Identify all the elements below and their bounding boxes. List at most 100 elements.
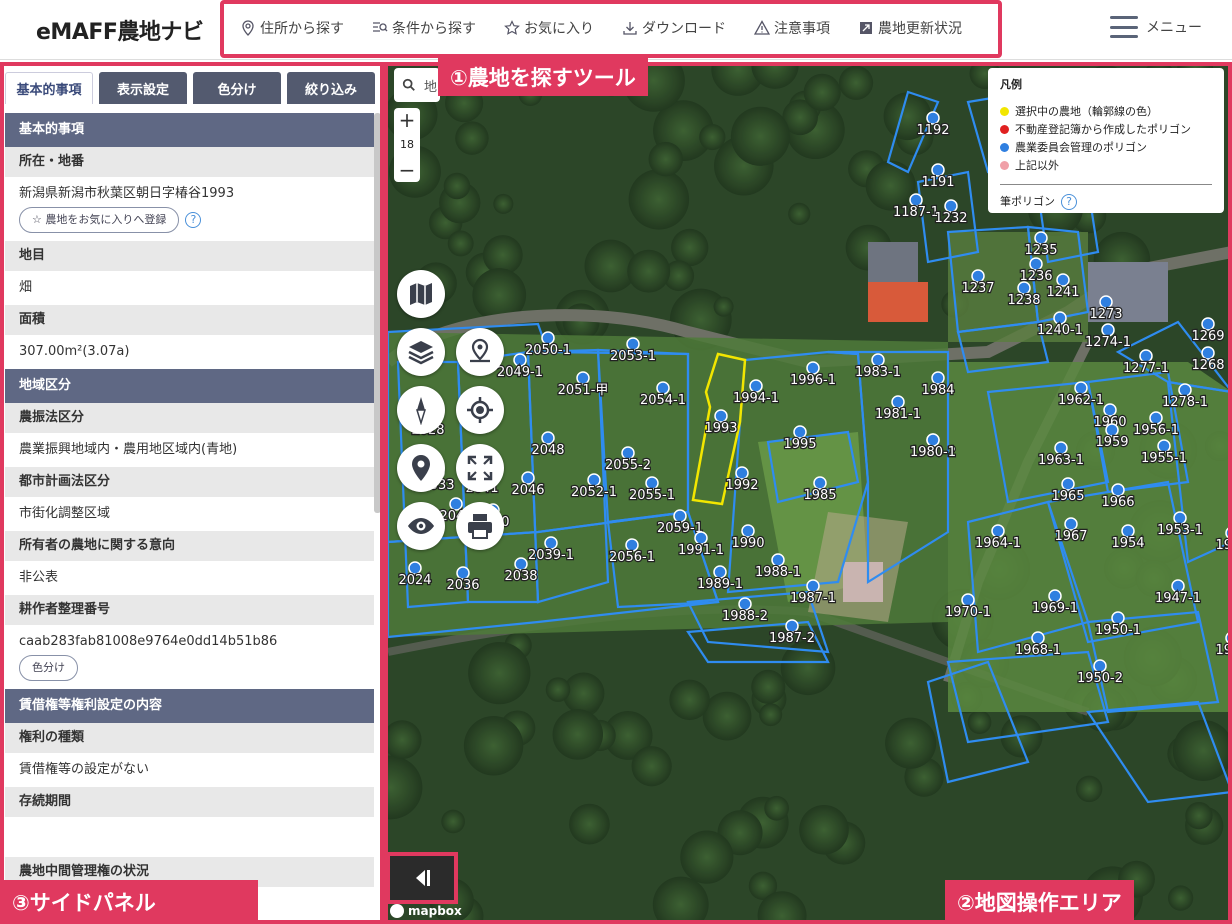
- field-area-label: 面積: [5, 305, 374, 335]
- tree-canopy: [713, 296, 734, 317]
- parcel-label: 1964-1: [975, 536, 1021, 551]
- tree-canopy: [751, 669, 786, 704]
- parcel-label: 1274-1: [1085, 335, 1131, 350]
- tree-canopy: [838, 65, 874, 100]
- parcel-label: 1968-1: [1015, 643, 1061, 658]
- parcel-label: 1232: [934, 211, 967, 226]
- parcel-label: 1970-1: [945, 605, 991, 620]
- parcel-label: 2050-1: [525, 343, 571, 358]
- tab-coloring[interactable]: 色分け: [193, 72, 281, 104]
- tree-canopy: [1075, 775, 1103, 803]
- parcel-label: 2055-1: [629, 488, 675, 503]
- menu-label: メニュー: [1146, 20, 1202, 36]
- section-lease-rights: 賃借権等権利設定の内容: [5, 689, 374, 723]
- nav-update-status-label: 農地更新状況: [878, 21, 962, 37]
- legend-dot-red: [1000, 124, 1009, 134]
- tree-canopy: [799, 805, 849, 855]
- field-city-plan-label: 都市計画法区分: [5, 467, 374, 497]
- parcel-label: 1994-1: [733, 391, 779, 406]
- parcel-label: 1192: [916, 123, 949, 138]
- tree-canopy: [569, 803, 610, 845]
- legend-item-registry: 不動産登記簿から作成したポリゴン: [1000, 120, 1212, 138]
- side-tabs: 基本的事項 表示設定 色分け 絞り込み: [5, 72, 381, 104]
- nav-notes[interactable]: 注意事項: [754, 18, 830, 38]
- side-scrollbar[interactable]: [374, 113, 381, 513]
- tree-canopy: [669, 679, 710, 721]
- print-button[interactable]: [456, 502, 504, 550]
- app-logo[interactable]: eMAFF農地ナビ: [36, 14, 204, 46]
- mapbox-logo-icon: [390, 904, 404, 918]
- parcel-label: 1987-2: [769, 631, 815, 646]
- parcel-label: 1241: [1046, 285, 1079, 300]
- side-content: 基本的事項 所在・地番 新潟県新潟市秋葉区朝日字椿谷1993 ☆ 農地をお気に入…: [5, 113, 374, 924]
- layers-button[interactable]: [397, 328, 445, 376]
- tree-canopy: [447, 230, 474, 257]
- menu-button[interactable]: メニュー: [1110, 16, 1202, 38]
- map-fold-icon: [410, 283, 432, 305]
- color-coding-button[interactable]: 色分け: [19, 655, 78, 681]
- favorite-register-button[interactable]: ☆ 農地をお気に入りへ登録: [19, 207, 180, 233]
- basemap-button[interactable]: [397, 270, 445, 318]
- main-nav: 住所から探す 条件から探す お気に入り ダウンロード 注意事項 農地更新状況: [240, 14, 990, 42]
- collapse-panel-button[interactable]: [386, 852, 458, 904]
- parcel-label: 2054-1: [640, 393, 686, 408]
- parcel-label: 1988-1: [755, 565, 801, 580]
- field-owner-intent-label: 所有者の農地に関する意向: [5, 531, 374, 561]
- field-duration-label: 存続期間: [5, 787, 374, 817]
- mapbox-attribution[interactable]: mapbox: [390, 902, 462, 920]
- zoom-in-button[interactable]: +: [394, 108, 420, 132]
- help-icon[interactable]: ?: [185, 211, 202, 228]
- nav-favorites[interactable]: お気に入り: [504, 18, 594, 38]
- parcel-label: 1240-1: [1037, 323, 1083, 338]
- map-search-placeholder: 地: [424, 79, 438, 95]
- tree-canopy: [552, 709, 604, 760]
- parcel-label: 2036: [446, 578, 479, 593]
- parcel-label: 1962-1: [1058, 393, 1104, 408]
- nav-download[interactable]: ダウンロード: [622, 18, 726, 38]
- field-right-type-label: 権利の種類: [5, 723, 374, 753]
- nav-update-status[interactable]: 農地更新状況: [858, 18, 962, 38]
- legend-help-icon[interactable]: ?: [1061, 194, 1077, 210]
- parcel-label: 1950-1: [1095, 623, 1141, 638]
- field-land-type-label: 地目: [5, 241, 374, 271]
- legend-label-committee: 農業委員会管理のポリゴン: [1015, 141, 1147, 154]
- current-location-button[interactable]: [456, 386, 504, 434]
- parcel-label: 2055-2: [605, 458, 651, 473]
- tree-canopy: [648, 141, 683, 177]
- tree-canopy: [680, 830, 734, 884]
- parcel-label: 1278-1: [1162, 395, 1208, 410]
- parcel-label: 1191: [921, 175, 954, 190]
- nav-condition-search[interactable]: 条件から探す: [372, 18, 476, 38]
- header-bar: eMAFF農地ナビ 住所から探す 条件から探す お気に入り ダウンロード 注意事…: [0, 0, 1232, 60]
- parcel-label: 1985: [803, 488, 836, 503]
- map-search-box[interactable]: 地: [394, 68, 440, 102]
- visibility-button[interactable]: [397, 502, 445, 550]
- parcel-label: 1966: [1101, 495, 1134, 510]
- field-city-plan-value: 市街化調整区域: [5, 497, 374, 531]
- nav-address-search-label: 住所から探す: [260, 21, 344, 37]
- annotation-side-panel: ③サイドパネル: [0, 880, 258, 924]
- tab-basic-info[interactable]: 基本的事項: [5, 72, 93, 104]
- parcel-label: 2051-甲: [558, 383, 609, 398]
- tab-display-settings[interactable]: 表示設定: [99, 72, 187, 104]
- field-farm-law-value: 農業振興地域内・農用地区域内(青地): [5, 433, 374, 467]
- filter-search-icon: [373, 22, 388, 32]
- printer-icon: [468, 514, 492, 539]
- zoom-out-button[interactable]: −: [394, 158, 420, 182]
- tree-canopy: [468, 641, 531, 705]
- tree-canopy: [699, 123, 726, 151]
- tree-canopy: [788, 202, 811, 225]
- section-basic-info: 基本的事項: [5, 113, 374, 147]
- tree-canopy: [730, 106, 790, 166]
- download-icon: [623, 22, 637, 35]
- marker-button[interactable]: [397, 444, 445, 492]
- parcel-label: 1983-1: [855, 365, 901, 380]
- compass-button[interactable]: [397, 386, 445, 434]
- annotation-map-area: ②地図操作エリア: [945, 880, 1134, 924]
- location-route-button[interactable]: [456, 328, 504, 376]
- tab-filter[interactable]: 絞り込み: [287, 72, 375, 104]
- parcel-label: 1969-1: [1032, 601, 1078, 616]
- legend-divider: [1000, 184, 1212, 185]
- nav-address-search[interactable]: 住所から探す: [240, 18, 344, 38]
- fullscreen-button[interactable]: [456, 444, 504, 492]
